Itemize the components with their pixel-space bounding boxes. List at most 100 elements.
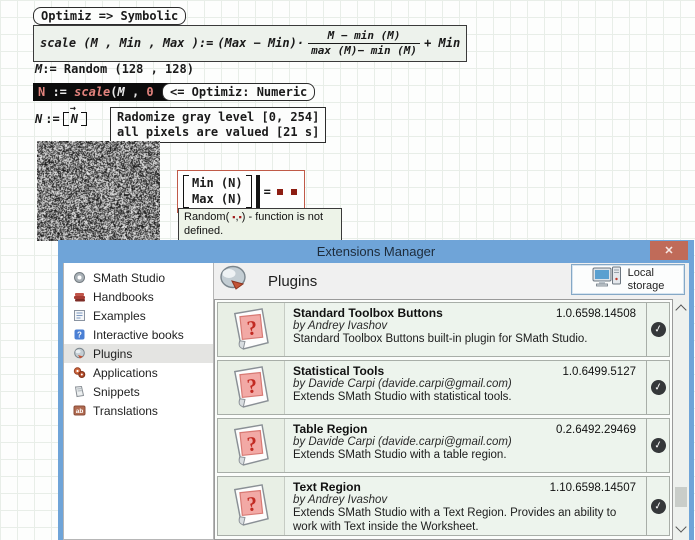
extensions-manager-window: Extensions Manager ✕ SMath Studio Handbo… <box>58 240 694 540</box>
svg-text:ab: ab <box>75 408 83 415</box>
installed-check-icon: ✓ <box>649 437 667 455</box>
examples-icon <box>72 309 86 323</box>
scale-def-fraction: M − min (M) max (M)− min (M) <box>308 29 420 58</box>
scale-def-tail: + Min <box>424 36 460 50</box>
nvec-inner: N <box>71 112 78 126</box>
handbooks-icon <box>72 290 86 304</box>
translations-icon: ab <box>72 404 86 418</box>
result-placeholder-square <box>277 189 283 195</box>
n-vectorize-definition[interactable]: N := →N <box>35 112 87 126</box>
close-button[interactable]: ✕ <box>650 241 688 260</box>
scale-def-lhs: scale (M , Min , Max ):= <box>40 36 213 50</box>
error-tooltip: Random( ▪,▪) - function is not defined. <box>178 208 342 242</box>
sidebar-item-label: Plugins <box>93 347 132 361</box>
close-icon: ✕ <box>664 244 673 257</box>
scroll-up-icon[interactable] <box>675 304 686 315</box>
plugin-author: by Andrey Ivashov <box>293 320 640 332</box>
plugin-item-statistical-tools[interactable]: ? Statistical Tools 1.0.6499.5127 by Dav… <box>217 360 670 415</box>
sidebar-item-examples[interactable]: Examples <box>64 306 213 325</box>
sidebar-item-label: Handbooks <box>93 290 154 304</box>
vector-arrow-icon: → <box>70 103 75 114</box>
installed-check-icon: ✓ <box>649 321 667 339</box>
matrix-row-min: Min (N) <box>192 176 243 192</box>
plugin-author: by Davide Carpi (davide.carpi@gmail.com) <box>293 436 640 448</box>
equals-sign: = <box>264 185 271 199</box>
plugin-check-cell: ✓ <box>646 477 669 535</box>
plugin-check-cell: ✓ <box>646 419 669 472</box>
result-placeholder-square <box>291 189 297 195</box>
matrix-row-max: Max (N) <box>192 192 243 208</box>
sidebar-item-label: Applications <box>93 366 158 380</box>
plugin-item-text-region[interactable]: ? Text Region 1.10.6598.14507 by Andrey … <box>217 476 670 536</box>
sidebar-item-handbooks[interactable]: Handbooks <box>64 287 213 306</box>
note-line2: all pixels are valued [21 s] <box>117 125 319 140</box>
sidebar-item-smath-studio[interactable]: SMath Studio <box>64 268 213 287</box>
plugins-list: ? Standard Toolbox Buttons 1.0.6598.1450… <box>214 299 673 540</box>
window-titlebar[interactable]: Extensions Manager ✕ <box>58 240 694 263</box>
fraction-numerator: M − min (M) <box>325 29 404 43</box>
plugin-item-standard-toolbox-buttons[interactable]: ? Standard Toolbox Buttons 1.0.6598.1450… <box>217 302 670 357</box>
plugin-description: Standard Toolbox Buttons built-in plugin… <box>293 333 640 347</box>
plugins-scrollbar[interactable] <box>673 299 689 540</box>
plugin-name: Statistical Tools <box>293 364 384 378</box>
minmax-error-region[interactable]: Min (N) Max (N) = <box>177 170 305 213</box>
smath-logo-icon <box>72 271 86 285</box>
sidebar-item-label: Examples <box>93 309 146 323</box>
optimiz-symbolic-tag[interactable]: Optimiz => Symbolic <box>33 7 186 25</box>
optimiz-numeric-tag[interactable]: <= Optimiz: Numeric <box>162 83 315 101</box>
nvec-var: N <box>35 112 42 126</box>
svg-text:?: ? <box>246 493 258 516</box>
sidebar-item-label: Interactive books <box>93 328 184 342</box>
plugin-name: Table Region <box>293 422 367 436</box>
plugin-description: Extends SMath Studio with a Text Region.… <box>293 507 640 535</box>
vectorize-brackets: →N <box>63 112 87 126</box>
edit-cursor <box>256 175 260 208</box>
sidebar-item-label: SMath Studio <box>93 271 165 285</box>
noise-image <box>37 141 160 241</box>
sidebar-item-snippets[interactable]: Snippets <box>64 382 213 401</box>
scale-function-definition[interactable]: scale (M , Min , Max ):= (Max − Min)· M … <box>33 25 467 62</box>
randomize-note[interactable]: Radomize gray level [0, 254] all pixels … <box>110 107 326 143</box>
m-expr: := Random (128 , 128) <box>42 62 194 76</box>
snippets-icon <box>72 385 86 399</box>
local-storage-label-line1: Local <box>628 267 665 279</box>
plugins-panel: Plugins Local storage ? <box>214 263 689 540</box>
m-definition[interactable]: M:= Random (128 , 128) <box>35 62 194 76</box>
plugins-header: Plugins Local storage <box>214 263 689 299</box>
matrix-brackets: Min (N) Max (N) <box>183 175 252 208</box>
scrollbar-thumb[interactable] <box>675 487 687 507</box>
local-storage-label-line2: storage <box>628 280 665 292</box>
svg-text:?: ? <box>246 375 258 398</box>
installed-check-icon: ✓ <box>649 497 667 515</box>
window-title: Extensions Manager <box>317 244 436 259</box>
svg-text:?: ? <box>77 331 82 340</box>
scroll-down-icon[interactable] <box>675 521 686 532</box>
fraction-denominator: max (M)− min (M) <box>308 43 420 58</box>
plugin-author: by Andrey Ivashov <box>293 494 640 506</box>
sidebar-item-applications[interactable]: Applications <box>64 363 213 382</box>
sidebar-item-label: Translations <box>93 404 158 418</box>
svg-text:?: ? <box>246 317 258 340</box>
plugins-globe-icon <box>218 265 250 297</box>
tooltip-line1: Random( ▪,▪) - function is not <box>184 211 336 225</box>
installed-check-icon: ✓ <box>649 379 667 397</box>
plugin-item-table-region[interactable]: ? Table Region 0.2.6492.29469 by Davide … <box>217 418 670 473</box>
local-storage-button[interactable]: Local storage <box>571 264 685 295</box>
plugin-page-question-icon: ? <box>218 477 285 535</box>
local-storage-icon <box>592 266 622 293</box>
sidebar-item-plugins[interactable]: Plugins <box>64 344 213 363</box>
extensions-sidebar: SMath Studio Handbooks Examples ? Intera… <box>63 263 214 540</box>
svg-text:?: ? <box>246 433 258 456</box>
plugin-name: Text Region <box>293 480 361 494</box>
plugin-version: 0.2.6492.29469 <box>556 424 640 436</box>
plugin-check-cell: ✓ <box>646 361 669 414</box>
interactive-books-icon: ? <box>72 328 86 342</box>
plugin-page-question-icon: ? <box>218 303 285 356</box>
plugin-name: Standard Toolbox Buttons <box>293 306 443 320</box>
tooltip-line2: defined. <box>184 225 336 239</box>
plugin-description: Extends SMath Studio with a table region… <box>293 449 640 463</box>
plugin-check-cell: ✓ <box>646 303 669 356</box>
scale-def-factor: (Max − Min)· <box>217 36 304 50</box>
sidebar-item-interactive-books[interactable]: ? Interactive books <box>64 325 213 344</box>
sidebar-item-translations[interactable]: ab Translations <box>64 401 213 420</box>
